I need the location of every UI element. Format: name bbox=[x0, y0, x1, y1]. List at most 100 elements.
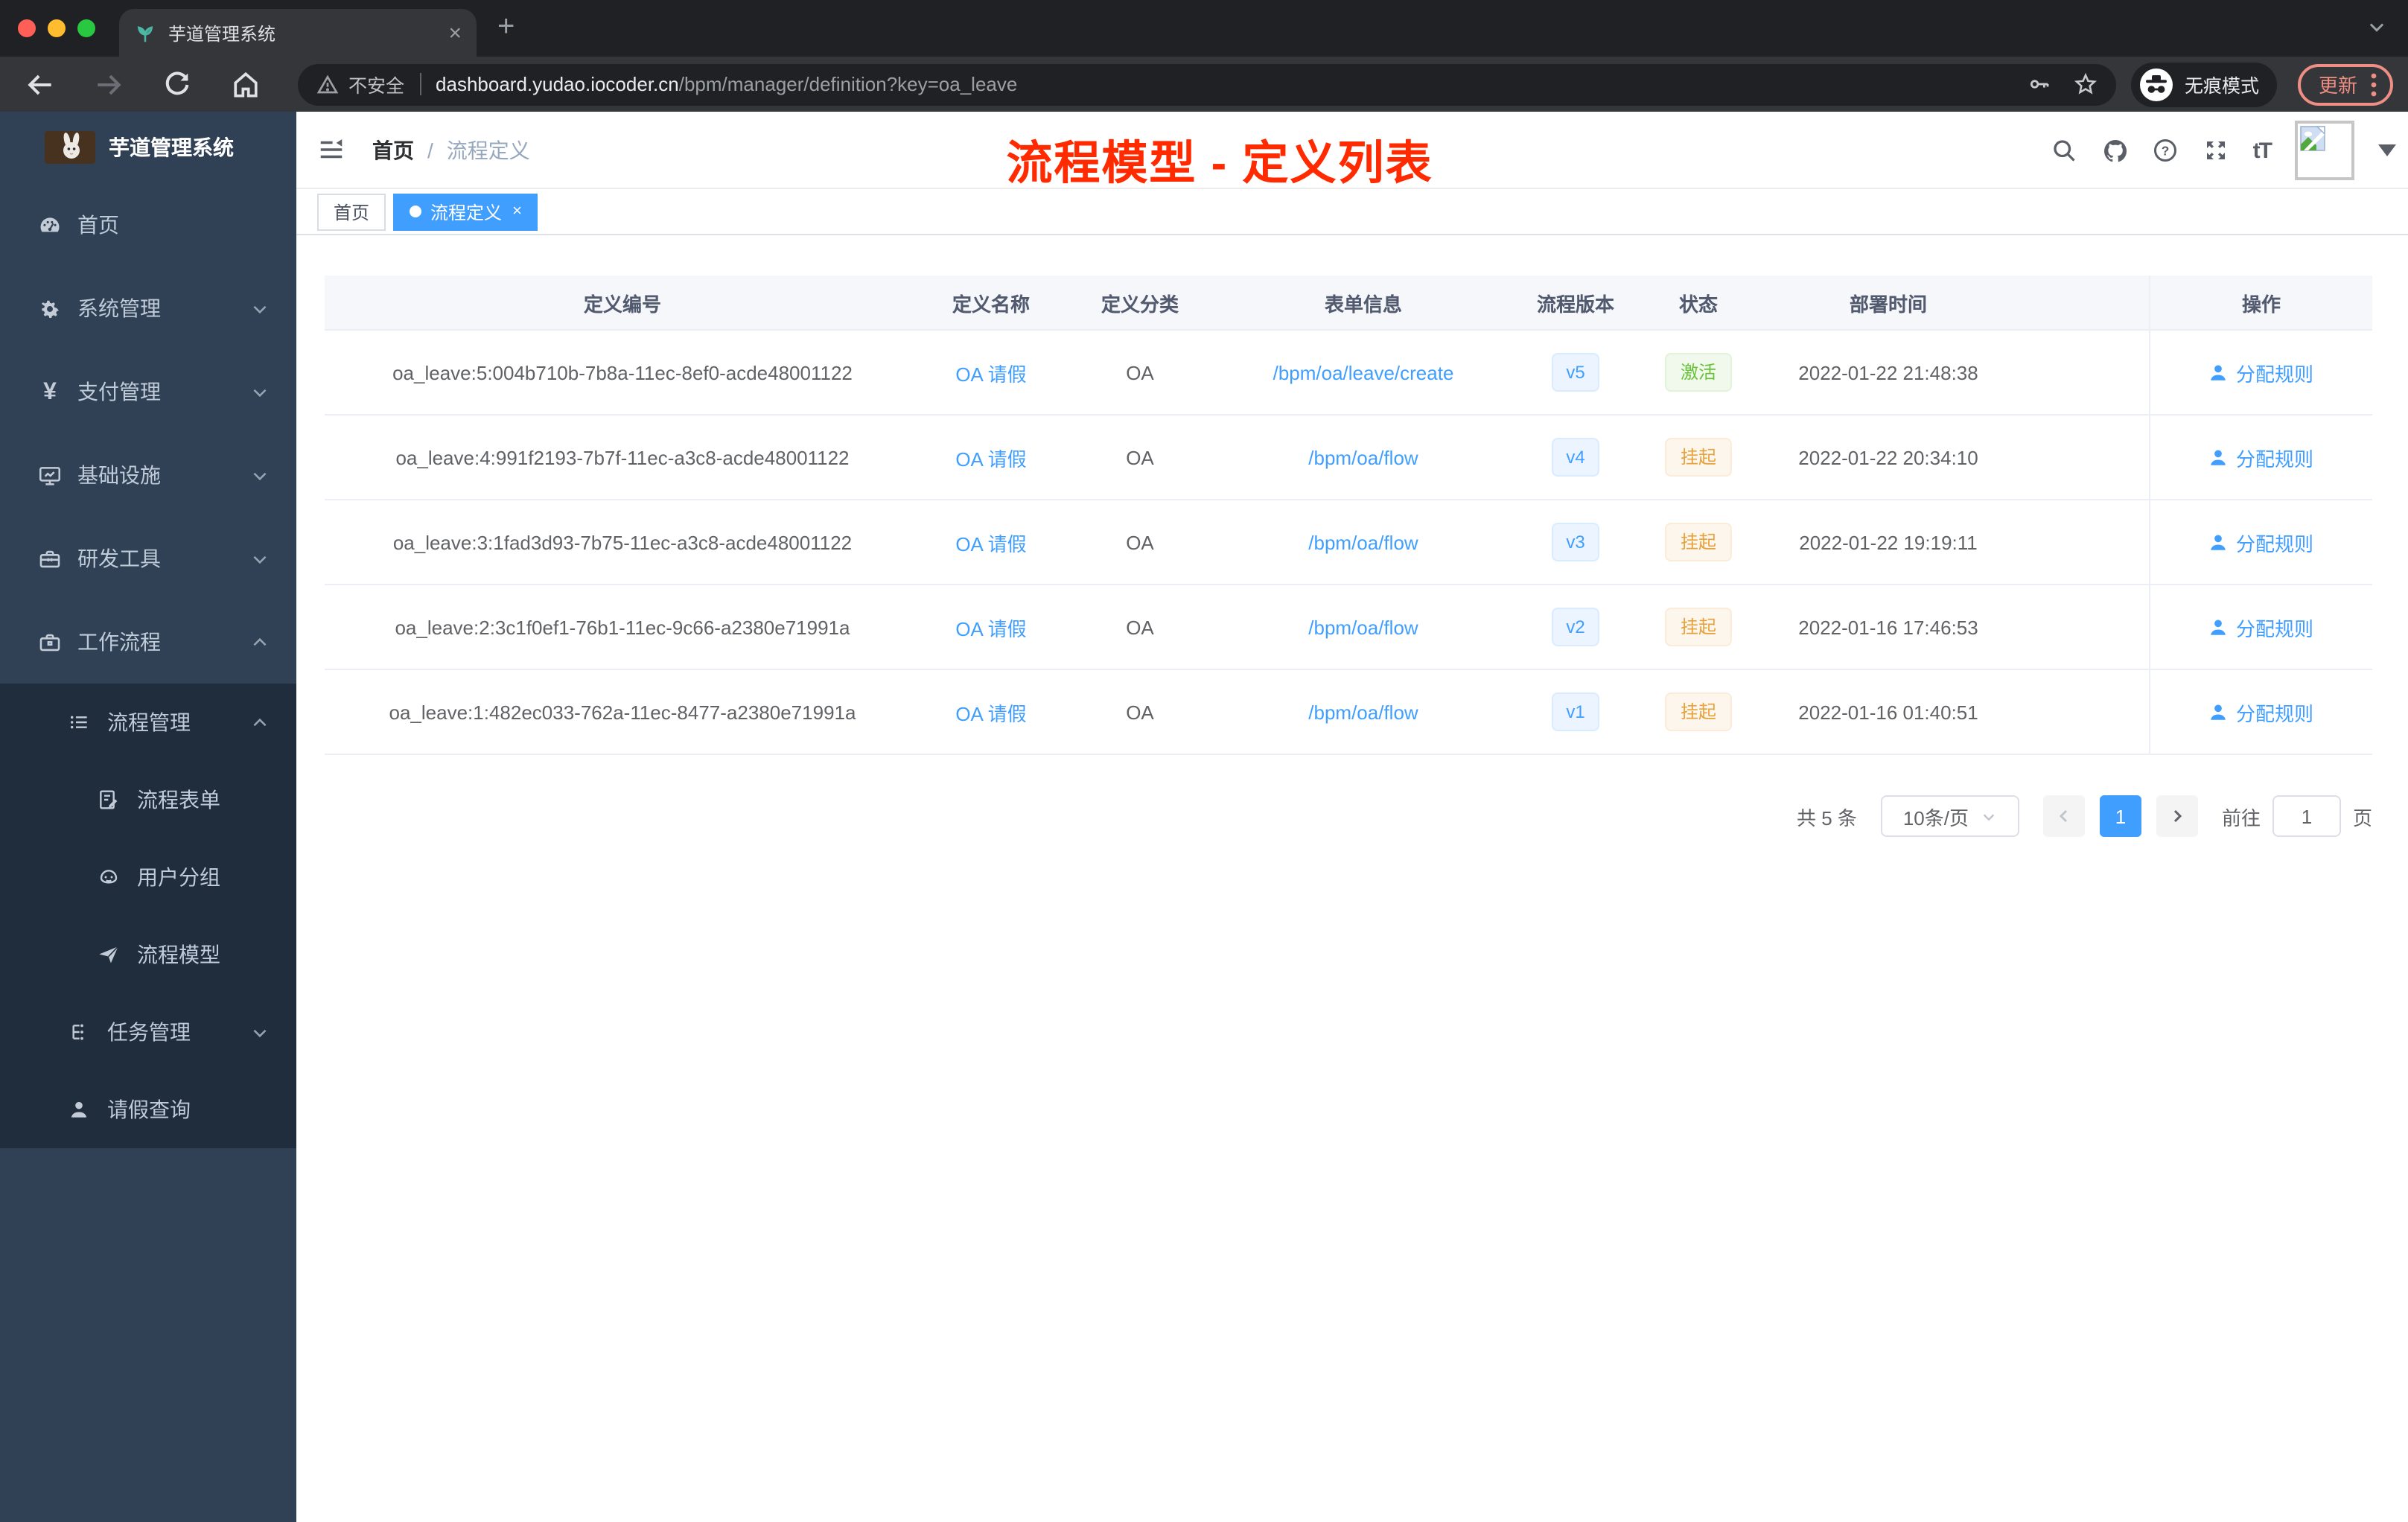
status-badge: 挂起 bbox=[1665, 692, 1731, 732]
security-warning-icon[interactable] bbox=[316, 72, 340, 96]
home-icon[interactable] bbox=[229, 68, 262, 101]
browser-update-button[interactable]: 更新 bbox=[2297, 63, 2393, 105]
breadcrumb: 首页 / 流程定义 bbox=[372, 135, 530, 165]
fullscreen-icon[interactable] bbox=[2202, 137, 2229, 164]
url-text[interactable]: dashboard.yudao.iocoder.cn/bpm/manager/d… bbox=[436, 73, 2012, 95]
sidebar-item-system[interactable]: 系统管理 bbox=[0, 267, 296, 350]
sidebar-fold-icon[interactable] bbox=[317, 136, 345, 164]
form-link[interactable]: /bpm/oa/flow bbox=[1308, 446, 1418, 468]
sidebar-item-infrastructure[interactable]: 基础设施 bbox=[0, 433, 296, 517]
sidebar-item-process-model[interactable]: 流程模型 bbox=[0, 916, 296, 993]
definition-category: OA bbox=[1126, 701, 1154, 723]
app-navbar: 首页 / 流程定义 流程模型 - 定义列表 ? tT bbox=[296, 112, 2408, 189]
sidebar-item-process-management[interactable]: 流程管理 bbox=[0, 684, 296, 761]
browser-tab-bar: 芋道管理系统 × + bbox=[0, 0, 2408, 57]
zoom-window-button[interactable] bbox=[77, 19, 95, 37]
help-icon[interactable]: ? bbox=[2152, 137, 2179, 164]
incognito-icon bbox=[2138, 66, 2174, 102]
form-link[interactable]: /bpm/oa/leave/create bbox=[1273, 361, 1454, 383]
address-bar[interactable]: 不安全 dashboard.yudao.iocoder.cn/bpm/manag… bbox=[298, 63, 2116, 105]
security-label[interactable]: 不安全 bbox=[348, 70, 404, 98]
table-header-row: 定义编号 定义名称 定义分类 表单信息 流程版本 状态 部署时间 操作 bbox=[325, 276, 2372, 331]
chevron-right-icon bbox=[2173, 809, 2182, 823]
sidebar-item-payment[interactable]: ¥ 支付管理 bbox=[0, 350, 296, 433]
definition-name-link[interactable]: OA 请假 bbox=[955, 702, 1026, 725]
svg-text:?: ? bbox=[2161, 143, 2169, 158]
yen-icon: ¥ bbox=[43, 379, 57, 404]
deploy-time: 2022-01-22 21:48:38 bbox=[1798, 361, 1978, 383]
definition-name-link[interactable]: OA 请假 bbox=[955, 532, 1026, 555]
tag-close-icon[interactable]: × bbox=[512, 203, 522, 220]
github-icon[interactable] bbox=[2101, 137, 2128, 164]
tag-home[interactable]: 首页 bbox=[317, 193, 386, 230]
browser-tab[interactable]: 芋道管理系统 × bbox=[119, 9, 477, 57]
url-host: dashboard.yudao.iocoder.cn bbox=[436, 73, 679, 95]
status-badge: 挂起 bbox=[1665, 437, 1731, 477]
new-tab-button[interactable]: + bbox=[497, 10, 515, 45]
app-logo-row[interactable]: 芋道管理系统 bbox=[0, 112, 296, 183]
page-size-select[interactable]: 10条/页 bbox=[1880, 795, 2019, 837]
font-size-icon[interactable]: tT bbox=[2253, 138, 2272, 163]
window-controls bbox=[0, 19, 116, 37]
prev-page-button[interactable] bbox=[2042, 795, 2085, 837]
table-row: oa_leave:3:1fad3d93-7b75-11ec-a3c8-acde4… bbox=[325, 500, 2372, 585]
forward-icon[interactable] bbox=[92, 68, 125, 101]
sidebar-item-home[interactable]: 首页 bbox=[0, 183, 296, 267]
assign-rule-button[interactable]: 分配规则 bbox=[2209, 358, 2313, 386]
sidebar-item-label: 首页 bbox=[77, 213, 119, 237]
column-header: 部署时间 bbox=[1849, 293, 1927, 315]
version-badge: v4 bbox=[1551, 437, 1600, 477]
paper-plane-icon bbox=[97, 942, 122, 967]
sidebar-item-label: 系统管理 bbox=[77, 296, 161, 320]
incognito-badge: 无痕模式 bbox=[2130, 62, 2277, 106]
assign-rule-button[interactable]: 分配规则 bbox=[2209, 528, 2313, 556]
update-label[interactable]: 更新 bbox=[2319, 70, 2357, 98]
definition-name-link[interactable]: OA 请假 bbox=[955, 363, 1026, 385]
app-title: 芋道管理系统 bbox=[109, 136, 234, 159]
column-header: 流程版本 bbox=[1536, 293, 1614, 315]
page-unit-label: 页 bbox=[2352, 806, 2372, 829]
caret-down-icon[interactable] bbox=[2378, 144, 2396, 156]
definition-name-link[interactable]: OA 请假 bbox=[955, 617, 1026, 640]
status-badge: 挂起 bbox=[1665, 522, 1731, 562]
chevron-up-icon bbox=[250, 632, 270, 652]
sidebar-item-leave-query[interactable]: 请假查询 bbox=[0, 1071, 296, 1148]
assign-rule-button[interactable]: 分配规则 bbox=[2209, 443, 2313, 471]
form-link[interactable]: /bpm/oa/flow bbox=[1308, 531, 1418, 553]
sidebar: 芋道管理系统 首页 系统管理 ¥ 支付管理 基础设施 研发工具 工作流程 流程管… bbox=[0, 112, 296, 1522]
close-window-button[interactable] bbox=[18, 19, 36, 37]
reload-icon[interactable] bbox=[161, 68, 194, 101]
sidebar-item-task-management[interactable]: 任务管理 bbox=[0, 993, 296, 1071]
divider bbox=[419, 73, 421, 95]
deploy-time: 2022-01-16 01:40:51 bbox=[1798, 701, 1978, 723]
sidebar-item-process-form[interactable]: 流程表单 bbox=[0, 761, 296, 838]
minimize-window-button[interactable] bbox=[48, 19, 66, 37]
url-path: /bpm/manager/definition?key=oa_leave bbox=[678, 73, 1018, 95]
form-link[interactable]: /bpm/oa/flow bbox=[1308, 616, 1418, 638]
search-icon[interactable] bbox=[2051, 137, 2077, 164]
tag-process-definition[interactable]: 流程定义 × bbox=[393, 193, 538, 230]
definition-name-link[interactable]: OA 请假 bbox=[955, 448, 1026, 470]
breadcrumb-home[interactable]: 首页 bbox=[372, 135, 414, 165]
table-row: oa_leave:1:482ec033-762a-11ec-8477-a2380… bbox=[325, 670, 2372, 755]
sidebar-item-devtools[interactable]: 研发工具 bbox=[0, 517, 296, 600]
assign-rule-button[interactable]: 分配规则 bbox=[2209, 698, 2313, 726]
table-row: oa_leave:2:3c1f0ef1-76b1-11ec-9c66-a2380… bbox=[325, 585, 2372, 670]
assign-rule-button[interactable]: 分配规则 bbox=[2209, 613, 2313, 641]
favicon-icon bbox=[134, 22, 156, 44]
tab-close-icon[interactable]: × bbox=[448, 22, 462, 44]
current-page-button[interactable]: 1 bbox=[2099, 795, 2141, 837]
back-icon[interactable] bbox=[24, 68, 57, 101]
goto-page-input[interactable] bbox=[2272, 795, 2341, 837]
form-link[interactable]: /bpm/oa/flow bbox=[1308, 701, 1418, 723]
tab-search-icon[interactable] bbox=[2366, 16, 2387, 37]
sidebar-item-user-group[interactable]: 用户分组 bbox=[0, 838, 296, 916]
kebab-menu-icon[interactable] bbox=[2371, 72, 2377, 96]
key-icon[interactable] bbox=[2027, 71, 2052, 97]
column-header: 定义名称 bbox=[952, 293, 1030, 315]
sidebar-item-workflow[interactable]: 工作流程 bbox=[0, 600, 296, 684]
next-page-button[interactable] bbox=[2156, 795, 2198, 837]
version-badge: v5 bbox=[1551, 352, 1600, 392]
bookmark-star-icon[interactable] bbox=[2073, 71, 2098, 97]
avatar[interactable] bbox=[2295, 121, 2354, 180]
